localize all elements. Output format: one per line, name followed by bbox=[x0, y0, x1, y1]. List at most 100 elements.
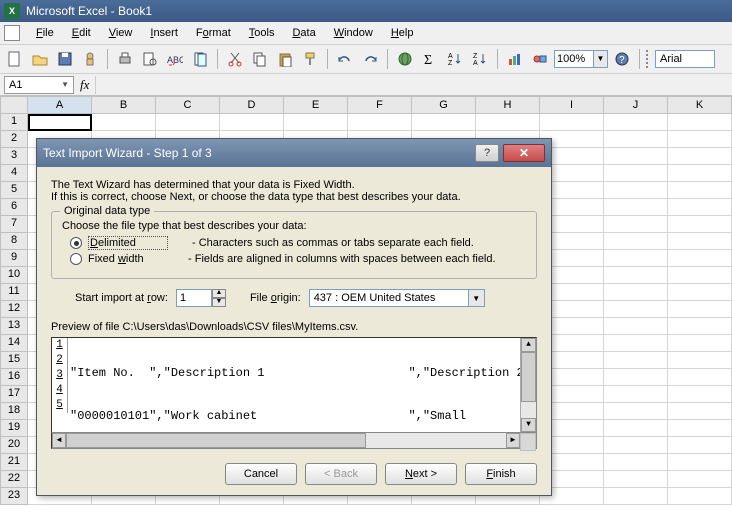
fixed-width-radio[interactable] bbox=[70, 253, 82, 265]
cell[interactable] bbox=[348, 114, 412, 131]
save-icon[interactable] bbox=[54, 48, 76, 70]
cell[interactable] bbox=[604, 267, 668, 284]
start-row-input[interactable] bbox=[176, 289, 212, 307]
cell[interactable] bbox=[668, 437, 732, 454]
col-header[interactable]: D bbox=[220, 96, 284, 114]
research-icon[interactable] bbox=[189, 48, 211, 70]
drawing-icon[interactable] bbox=[529, 48, 551, 70]
row-header[interactable]: 9 bbox=[0, 250, 28, 267]
row-header[interactable]: 5 bbox=[0, 182, 28, 199]
cell[interactable] bbox=[668, 301, 732, 318]
document-icon[interactable] bbox=[4, 25, 20, 41]
cell[interactable] bbox=[604, 148, 668, 165]
copy-icon[interactable] bbox=[249, 48, 271, 70]
chart-icon[interactable] bbox=[504, 48, 526, 70]
sort-asc-icon[interactable]: AZ bbox=[444, 48, 466, 70]
start-row-spinner[interactable]: ▲ ▼ bbox=[176, 289, 226, 307]
cell[interactable] bbox=[604, 284, 668, 301]
row-header[interactable]: 16 bbox=[0, 369, 28, 386]
menu-tools[interactable]: Tools bbox=[241, 25, 283, 41]
cell[interactable] bbox=[604, 403, 668, 420]
cell[interactable] bbox=[604, 131, 668, 148]
spinner-up-icon[interactable]: ▲ bbox=[212, 289, 226, 298]
preview-vscrollbar[interactable]: ▲ ▼ bbox=[520, 338, 536, 432]
row-header[interactable]: 12 bbox=[0, 301, 28, 318]
cell[interactable] bbox=[604, 488, 668, 505]
permission-icon[interactable] bbox=[79, 48, 101, 70]
file-origin-combo[interactable]: ▼ bbox=[309, 289, 485, 307]
toolbar-grip[interactable] bbox=[646, 50, 652, 68]
cell[interactable] bbox=[284, 114, 348, 131]
row-header[interactable]: 7 bbox=[0, 216, 28, 233]
cell[interactable] bbox=[604, 318, 668, 335]
col-header[interactable]: A bbox=[28, 96, 92, 114]
format-painter-icon[interactable] bbox=[299, 48, 321, 70]
help-icon[interactable]: ? bbox=[611, 48, 633, 70]
cell[interactable] bbox=[668, 403, 732, 420]
open-icon[interactable] bbox=[29, 48, 51, 70]
col-header[interactable]: F bbox=[348, 96, 412, 114]
delimited-radio[interactable] bbox=[70, 237, 82, 249]
cell[interactable] bbox=[668, 233, 732, 250]
menu-insert[interactable]: Insert bbox=[142, 25, 186, 41]
menu-data[interactable]: Data bbox=[284, 25, 323, 41]
cell[interactable] bbox=[604, 471, 668, 488]
cell[interactable] bbox=[668, 114, 732, 131]
menu-view[interactable]: View bbox=[101, 25, 141, 41]
zoom-input[interactable] bbox=[554, 50, 594, 68]
autosum-icon[interactable]: Σ bbox=[419, 48, 441, 70]
row-header[interactable]: 2 bbox=[0, 131, 28, 148]
cell[interactable] bbox=[92, 114, 156, 131]
finish-button[interactable]: Finish bbox=[465, 463, 537, 485]
delimited-label[interactable]: Delimited bbox=[88, 236, 168, 250]
dialog-help-button[interactable]: ? bbox=[475, 144, 499, 162]
next-button[interactable]: Next > bbox=[385, 463, 457, 485]
row-header[interactable]: 11 bbox=[0, 284, 28, 301]
col-header[interactable]: G bbox=[412, 96, 476, 114]
chevron-down-icon[interactable]: ▼ bbox=[469, 289, 485, 307]
cell[interactable] bbox=[668, 454, 732, 471]
col-header[interactable]: E bbox=[284, 96, 348, 114]
row-header[interactable]: 23 bbox=[0, 488, 28, 505]
row-header[interactable]: 3 bbox=[0, 148, 28, 165]
chevron-down-icon[interactable]: ▼ bbox=[61, 80, 69, 89]
menu-format[interactable]: Format bbox=[188, 25, 239, 41]
cell[interactable] bbox=[668, 369, 732, 386]
print-preview-icon[interactable] bbox=[139, 48, 161, 70]
cell[interactable] bbox=[604, 386, 668, 403]
new-icon[interactable] bbox=[4, 48, 26, 70]
file-origin-input[interactable] bbox=[309, 289, 469, 307]
cell[interactable] bbox=[604, 216, 668, 233]
menu-window[interactable]: Window bbox=[326, 25, 381, 41]
col-header[interactable]: J bbox=[604, 96, 668, 114]
cell[interactable] bbox=[668, 488, 732, 505]
cell[interactable] bbox=[604, 335, 668, 352]
cell[interactable] bbox=[540, 114, 604, 131]
col-header[interactable]: H bbox=[476, 96, 540, 114]
cell[interactable] bbox=[668, 471, 732, 488]
cell[interactable] bbox=[668, 165, 732, 182]
cell[interactable] bbox=[604, 420, 668, 437]
cell[interactable] bbox=[668, 318, 732, 335]
select-all-corner[interactable] bbox=[0, 96, 28, 114]
font-combo[interactable] bbox=[655, 50, 715, 68]
col-header[interactable]: I bbox=[540, 96, 604, 114]
row-header[interactable]: 8 bbox=[0, 233, 28, 250]
scroll-right-icon[interactable]: ► bbox=[506, 433, 520, 448]
cell[interactable] bbox=[668, 386, 732, 403]
menu-edit[interactable]: Edit bbox=[64, 25, 99, 41]
cell[interactable] bbox=[604, 437, 668, 454]
fixed-width-label[interactable]: Fixed width bbox=[88, 253, 168, 265]
row-header[interactable]: 6 bbox=[0, 199, 28, 216]
cut-icon[interactable] bbox=[224, 48, 246, 70]
row-header[interactable]: 1 bbox=[0, 114, 28, 131]
row-header[interactable]: 19 bbox=[0, 420, 28, 437]
font-input[interactable] bbox=[655, 50, 715, 68]
cell[interactable] bbox=[668, 182, 732, 199]
row-header[interactable]: 22 bbox=[0, 471, 28, 488]
scroll-down-icon[interactable]: ▼ bbox=[521, 418, 536, 432]
cell[interactable] bbox=[412, 114, 476, 131]
cell[interactable] bbox=[668, 284, 732, 301]
cell[interactable] bbox=[220, 114, 284, 131]
row-header[interactable]: 20 bbox=[0, 437, 28, 454]
